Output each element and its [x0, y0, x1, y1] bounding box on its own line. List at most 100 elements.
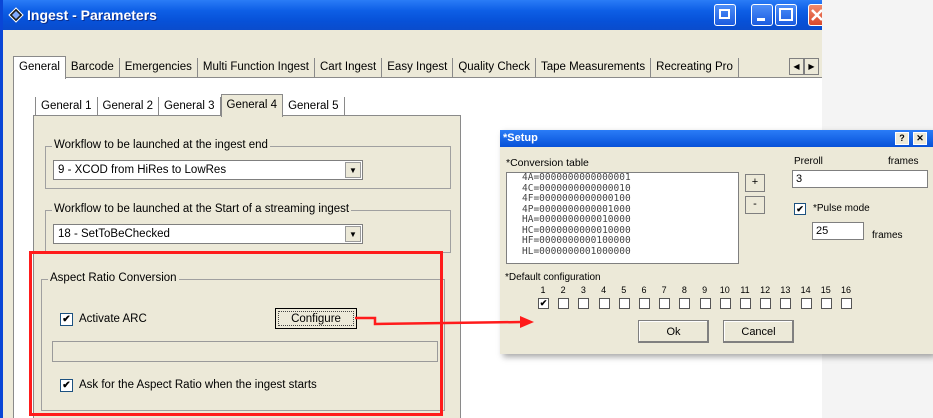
tab-barcode[interactable]: Barcode: [66, 58, 120, 78]
close-icon: ✕: [916, 133, 924, 143]
config-checkbox-8[interactable]: [679, 298, 691, 309]
ask-aspect-ratio-checkbox[interactable]: ✔: [60, 379, 73, 392]
cancel-button[interactable]: Cancel: [723, 320, 794, 343]
config-number-label: 10: [719, 285, 730, 295]
workflow-end-value: 9 - XCOD from HiRes to LowRes: [58, 164, 227, 176]
setup-title: *Setup: [503, 132, 538, 144]
config-checkbox-3[interactable]: [578, 298, 590, 309]
config-checkbox-16[interactable]: [841, 298, 852, 309]
tab-general-5[interactable]: General 5: [283, 97, 345, 116]
maximize-icon: [779, 8, 793, 21]
tab-general[interactable]: General: [13, 56, 66, 79]
config-checkbox-13[interactable]: [780, 298, 792, 309]
config-checkbox-7[interactable]: [659, 298, 671, 309]
chevron-down-icon[interactable]: ▼: [345, 162, 361, 178]
config-number-label: 13: [780, 285, 791, 295]
conversion-table-label: *Conversion table: [506, 157, 589, 169]
window-title: Ingest - Parameters: [27, 7, 157, 23]
pulse-mode-unit-label: frames: [872, 230, 903, 241]
workflow-start-value: 18 - SetToBeChecked: [58, 228, 170, 240]
ask-aspect-ratio-label: Ask for the Aspect Ratio when the ingest…: [79, 379, 317, 391]
tab-cart-ingest[interactable]: Cart Ingest: [315, 58, 383, 78]
configure-button[interactable]: Configure: [275, 308, 357, 329]
tab-scroll-right-button[interactable]: ▶: [804, 58, 819, 75]
tab-general-1[interactable]: General 1: [35, 97, 98, 116]
setup-help-button[interactable]: ?: [895, 132, 909, 145]
help-button[interactable]: [714, 4, 736, 26]
chevron-down-icon[interactable]: ▼: [345, 226, 361, 242]
arc-progress-bar: [52, 341, 438, 362]
config-number-label: 1: [540, 285, 546, 295]
config-checkbox-2[interactable]: [558, 298, 570, 309]
config-number-label: 15: [820, 285, 831, 295]
workflow-start-select[interactable]: 18 - SetToBeChecked ▼: [53, 224, 363, 244]
config-checkbox-5[interactable]: [618, 298, 630, 309]
preroll-label: Preroll: [794, 156, 823, 167]
tab-emergencies[interactable]: Emergencies: [120, 58, 198, 78]
tab-general-2[interactable]: General 2: [98, 97, 160, 116]
activate-arc-label: Activate ARC: [79, 313, 147, 325]
title-bar[interactable]: Ingest - Parameters: [3, 0, 822, 30]
remove-conversion-button[interactable]: -: [745, 196, 765, 214]
app-icon: [8, 7, 24, 23]
conversion-row[interactable]: HF=0000000000100000: [507, 235, 738, 247]
config-number-label: 9: [702, 285, 708, 295]
config-checkbox-9[interactable]: [699, 298, 711, 309]
tab-easy-ingest[interactable]: Easy Ingest: [382, 58, 454, 78]
config-checkbox-11[interactable]: [740, 298, 751, 309]
minimize-icon: [757, 18, 765, 21]
config-number-label: 8: [681, 285, 687, 295]
config-checkbox-10[interactable]: [719, 298, 731, 309]
config-checkbox-14[interactable]: [800, 298, 812, 309]
aspect-ratio-label: Aspect Ratio Conversion: [48, 272, 179, 284]
config-number-label: 11: [740, 285, 750, 295]
config-number-label: 3: [580, 285, 586, 295]
config-checkbox-4[interactable]: [598, 298, 610, 309]
maximize-button[interactable]: [775, 4, 797, 26]
close-icon: [811, 9, 822, 21]
tab-recreating-pro[interactable]: Recreating Pro: [651, 58, 739, 78]
tab-tape-measurements[interactable]: Tape Measurements: [536, 58, 652, 78]
workflow-end-select[interactable]: 9 - XCOD from HiRes to LowRes ▼: [53, 160, 363, 180]
config-number-label: 14: [800, 285, 811, 295]
default-configuration-label: *Default configuration: [505, 272, 601, 283]
tab-quality-check[interactable]: Quality Check: [453, 58, 536, 78]
config-number-label: 12: [760, 285, 771, 295]
main-tab-strip: General Barcode Emergencies Multi Function …: [13, 56, 739, 79]
conversion-table-list[interactable]: 4A=0000000000000001 4C=0000000000000010 4F…: [506, 172, 739, 264]
close-button[interactable]: [808, 4, 822, 26]
workflow-end-label: Workflow to be launched at the ingest en…: [52, 139, 270, 151]
question-icon: ?: [899, 133, 905, 143]
conversion-row[interactable]: 4A=0000000000000001: [507, 172, 738, 184]
conversion-row[interactable]: HL=0000000001000000: [507, 246, 738, 258]
config-checkbox-1[interactable]: ✔: [538, 298, 549, 309]
tab-scroll-left-button[interactable]: ◀: [789, 58, 804, 75]
config-number-label: 5: [621, 285, 627, 295]
preroll-unit-label: frames: [888, 156, 919, 167]
config-checkbox-6[interactable]: [639, 298, 650, 309]
pulse-mode-input[interactable]: 25: [812, 222, 864, 240]
config-number-label: 6: [641, 285, 647, 295]
config-number-label: 16: [840, 285, 851, 295]
config-number-label: 2: [560, 285, 566, 295]
config-checkbox-15[interactable]: [820, 298, 832, 309]
setup-close-button[interactable]: ✕: [913, 132, 927, 145]
conversion-row[interactable]: 4F=0000000000000100: [507, 193, 738, 205]
minimize-button[interactable]: [751, 4, 773, 26]
help-icon: [719, 9, 730, 19]
pulse-mode-label: *Pulse mode: [813, 203, 870, 214]
ok-button[interactable]: Ok: [638, 320, 709, 343]
tab-scroll-buttons: ◀ ▶: [789, 58, 819, 75]
add-conversion-button[interactable]: +: [745, 174, 765, 192]
config-checkbox-12[interactable]: [760, 298, 772, 309]
setup-title-bar[interactable]: *Setup ? ✕: [500, 130, 933, 147]
config-number-label: 7: [661, 285, 667, 295]
workflow-start-label: Workflow to be launched at the Start of …: [52, 203, 352, 215]
tab-multi-function-ingest[interactable]: Multi Function Ingest: [198, 58, 315, 78]
tab-general-4[interactable]: General 4: [220, 94, 284, 117]
preroll-input[interactable]: 3: [792, 170, 928, 188]
pulse-mode-checkbox[interactable]: ✔: [794, 203, 806, 215]
tab-general-3[interactable]: General 3: [159, 97, 221, 116]
conversion-row[interactable]: HA=0000000000010000: [507, 214, 738, 226]
activate-arc-checkbox[interactable]: ✔: [60, 313, 73, 326]
